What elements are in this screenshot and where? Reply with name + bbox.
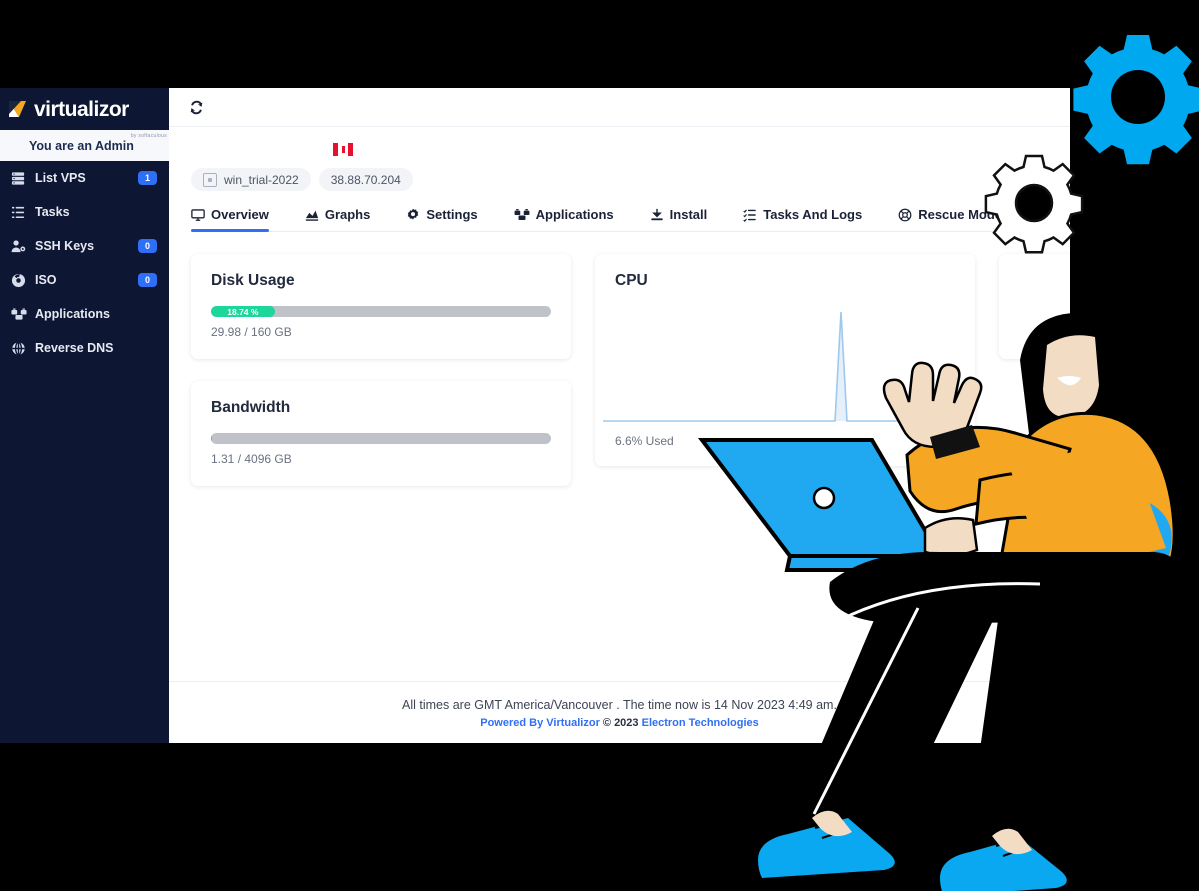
brand-logo[interactable]: virtualizor by softaculous [0, 88, 169, 139]
vps-ip-label: 38.88.70.204 [330, 172, 401, 187]
tab-label: Graphs [324, 207, 371, 222]
vps-header: win_trial-2022 38.88.70.204 [169, 127, 1070, 191]
sidebar-item-reverse-dns[interactable]: Reverse DNS [0, 331, 169, 365]
sidebar-item-label: Tasks [35, 205, 70, 219]
lifebuoy-icon [898, 208, 912, 222]
sidebar-badge: 1 [138, 171, 157, 185]
sidebar: virtualizor by softaculous You are an Ad… [0, 88, 169, 743]
tab-applications[interactable]: Applications [514, 207, 632, 231]
tab-label: Overview [211, 207, 269, 222]
sidebar-item-label: SSH Keys [35, 239, 95, 253]
tab-label: Rescue Mode [918, 207, 1003, 222]
list-icon [8, 205, 29, 220]
tab-label: Settings [426, 207, 478, 222]
disk-usage-card: Disk Usage 18.74 % 29.98 / 160 GB [191, 254, 571, 359]
disk-usage-caption: 29.98 / 160 GB [211, 325, 292, 339]
server-icon [8, 171, 29, 186]
footer: All times are GMT America/Vancouver . Th… [169, 681, 1070, 743]
card-title: Disk Usage [211, 272, 295, 289]
tab-tasks-and-logs[interactable]: Tasks And Logs [743, 207, 880, 231]
monitor-icon [191, 208, 205, 222]
vps-tabs: Overview Graphs Settings Applications In… [191, 207, 1070, 232]
shoe-left [758, 810, 895, 878]
tab-label: Applications [535, 207, 614, 222]
tab-label: Tasks And Logs [763, 207, 863, 222]
bandwidth-card: Bandwidth 1.31 / 4096 GB [191, 381, 571, 486]
person-back-highlight [1134, 502, 1172, 582]
footer-timezone: All times are GMT America/Vancouver . Th… [402, 698, 837, 712]
vps-chips: win_trial-2022 38.88.70.204 [191, 168, 1070, 191]
extra-card [999, 254, 1070, 359]
footer-copyright: © 2023 [602, 717, 639, 729]
disk-usage-progressbar: 18.74 % [211, 306, 551, 317]
cpu-usage-caption: 6.6% Used [615, 434, 674, 448]
disc-icon [8, 273, 29, 288]
main-panel: win_trial-2022 38.88.70.204 Overview Gra… [169, 88, 1070, 743]
sidebar-badge: 0 [138, 273, 157, 287]
cards-left-column: Disk Usage 18.74 % 29.98 / 160 GB Bandwi… [191, 254, 571, 486]
tab-graphs[interactable]: Graphs [305, 207, 389, 231]
sidebar-item-applications[interactable]: Applications [0, 297, 169, 331]
tab-label: Install [669, 207, 708, 222]
vps-hostname-label: win_trial-2022 [224, 172, 299, 187]
cards-middle-column: CPU 6.6% Used [595, 254, 975, 466]
vps-icon [203, 172, 217, 187]
footer-company[interactable]: Electron Technologies [642, 717, 759, 729]
card-title: Bandwidth [211, 399, 291, 416]
app-window: virtualizor by softaculous You are an Ad… [0, 88, 1070, 743]
vps-hostname-chip[interactable]: win_trial-2022 [191, 168, 311, 191]
sidebar-item-label: Reverse DNS [35, 341, 114, 355]
sidebar-item-tasks[interactable]: Tasks [0, 195, 169, 229]
bandwidth-progressbar [211, 433, 551, 444]
download-icon [650, 208, 664, 222]
overview-cards: Disk Usage 18.74 % 29.98 / 160 GB Bandwi… [169, 232, 1070, 486]
tab-overview[interactable]: Overview [191, 207, 287, 232]
shoe-right [940, 828, 1067, 891]
chart-icon [305, 208, 319, 222]
user-key-icon [8, 239, 29, 254]
brand-tagline: by softaculous [130, 133, 167, 139]
footer-credits: Powered By Virtualizor © 2023 Electron T… [191, 717, 1048, 729]
sidebar-item-label: Applications [35, 307, 111, 321]
sidebar-item-ssh-keys[interactable]: SSH Keys 0 [0, 229, 169, 263]
tasklist-icon [743, 208, 757, 222]
topbar [169, 88, 1070, 127]
globe-icon [8, 341, 29, 356]
virtualizor-mark-icon [8, 98, 30, 120]
bandwidth-caption: 1.31 / 4096 GB [211, 452, 292, 466]
sidebar-item-list-vps[interactable]: List VPS 1 [0, 161, 169, 195]
sidebar-item-iso[interactable]: ISO 0 [0, 263, 169, 297]
gear-icon [406, 208, 420, 222]
admin-notice-label: You are an Admin [29, 138, 134, 153]
tab-settings[interactable]: Settings [406, 207, 495, 231]
card-title: CPU [615, 272, 648, 289]
sidebar-item-label: ISO [35, 273, 57, 287]
disk-usage-progress-fill: 18.74 % [211, 306, 275, 317]
cards-right-column [999, 254, 1070, 359]
tab-rescue-mode[interactable]: Rescue Mode [898, 207, 1020, 231]
vps-ip-chip[interactable]: 38.88.70.204 [318, 168, 413, 191]
sidebar-item-label: List VPS [35, 171, 86, 185]
cpu-card: CPU 6.6% Used [595, 254, 975, 466]
refresh-icon[interactable] [185, 96, 207, 118]
tab-install[interactable]: Install [650, 207, 726, 231]
disk-usage-percent-label: 18.74 % [227, 306, 259, 317]
brand-name: virtualizor [34, 97, 129, 121]
sidebar-badge: 0 [138, 239, 157, 253]
apps-icon [8, 307, 29, 322]
cpu-area-chart [603, 311, 927, 422]
canada-flag-icon [333, 143, 353, 156]
apps-icon [514, 208, 530, 222]
gear-filled-icon [1073, 35, 1199, 165]
footer-powered-by[interactable]: Powered By Virtualizor [480, 717, 600, 729]
